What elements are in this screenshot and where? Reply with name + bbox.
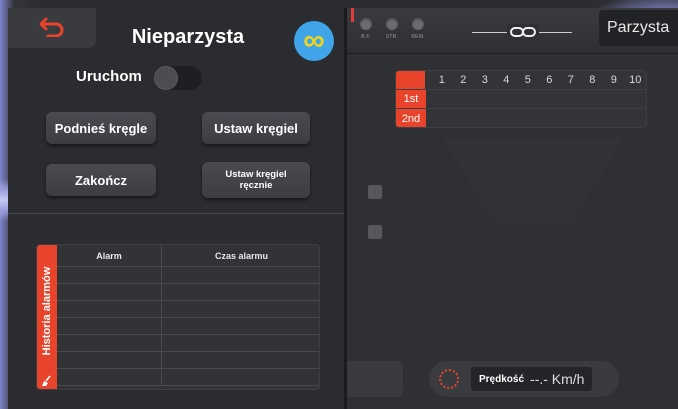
alarm-time-cell [162,267,319,283]
table-row [57,284,319,301]
alarm-table-header: Alarm Czas alarmu [57,245,319,267]
frame-number: 6 [546,74,553,86]
alarm-cell [57,352,162,368]
table-row [57,267,319,284]
alarm-cell [57,267,162,283]
round-label-2nd: 2nd [396,109,426,127]
raise-pins-button[interactable]: Podnieś kręgle [46,112,156,144]
alarm-cell [57,284,162,300]
indicator-lights: B.F. STR. REM. [357,18,427,40]
table-row [57,318,319,335]
speedometer-icon [439,369,459,389]
score-cells-1st [426,90,646,108]
divider [8,213,344,214]
infinity-mode-icon[interactable]: ∞ [294,21,334,61]
alarm-cell [57,318,162,334]
alarm-time-cell [162,318,319,334]
alarm-history-title: Historia alarmów [41,266,53,356]
frame-number: 3 [481,74,488,86]
finish-button[interactable]: Zakończ [46,164,156,196]
pin-area [443,138,623,288]
alarm-cell [57,301,162,317]
set-pin-manual-line2: ręcznie [239,180,273,191]
table-row [57,369,319,386]
alarm-history: Historia alarmów Alarm Czas alarmu [36,244,320,390]
round-label-1st: 1st [396,90,426,108]
link-icon[interactable] [507,24,539,40]
score-corner [396,71,425,89]
table-row [57,301,319,318]
alarm-time-cell [162,284,319,300]
alarm-table: Alarm Czas alarmu [57,245,319,386]
set-pin-manual-button[interactable]: Ustaw kręgiel ręcznie [202,162,310,198]
indicator-rem: REM. [409,18,427,40]
indicator-bf-label: B.F. [361,34,371,40]
alarm-time-cell [162,369,319,385]
board-header: B.F. STR. REM. Parzysta [347,8,678,54]
pin-marker [368,225,382,239]
indicator-str: STR. [383,18,401,40]
indicator-bf-light [360,18,372,30]
page-title: Nieparzysta [131,26,245,48]
scoreboard-panel: B.F. STR. REM. Parzysta 1 2 3 4 5 6 7 8 9 10 [346,8,678,409]
control-panel: Nieparzysta ∞ Uruchom Podnieś kręgle Ust… [8,8,346,409]
pin-marker [368,185,382,199]
speed-panel: Prędkość --.- Km/h [429,361,619,397]
indicator-str-label: STR. [385,34,399,40]
set-pin-manual-line1: Ustaw kręgiel [225,169,287,180]
speed-ghost-panel [347,361,403,397]
tab-parzysta[interactable]: Parzysta [599,10,678,46]
back-button[interactable] [8,8,96,48]
alarm-time-cell [162,335,319,351]
speed-readout: Prędkość --.- Km/h [471,367,593,391]
set-pin-button[interactable]: Ustaw kręgiel [202,112,310,144]
column-alarm: Alarm [57,245,162,266]
run-label: Uruchom [76,68,142,85]
run-toggle[interactable] [154,66,202,90]
score-row-1st: 1st [396,90,646,109]
indicator-rem-light [412,18,424,30]
alarm-time-cell [162,301,319,317]
score-cells-2nd [426,109,646,127]
speed-value: --.- Km/h [530,371,585,387]
frame-number: 5 [524,74,531,86]
red-marker [351,8,354,22]
frame-number: 8 [589,74,596,86]
table-row [57,352,319,369]
indicator-str-light [386,18,398,30]
broom-icon[interactable] [40,375,54,387]
frame-number: 2 [460,74,467,86]
frame-number: 10 [629,74,642,86]
table-row [57,335,319,352]
alarm-time-cell [162,352,319,368]
frame-number: 9 [610,74,617,86]
toggle-knob [154,66,178,90]
alarm-history-sidebar: Historia alarmów [37,245,57,389]
column-alarm-time: Czas alarmu [214,250,269,261]
alarm-table-body [57,267,319,386]
frame-number: 7 [567,74,574,86]
indicator-rem-label: REM. [411,34,425,40]
alarm-cell [57,369,162,385]
score-row-2nd: 2nd [396,109,646,127]
indicator-bf: B.F. [357,18,375,40]
alarm-cell [57,335,162,351]
speed-label: Prędkość [479,373,525,385]
frame-number: 1 [438,74,445,86]
score-grid: 1 2 3 4 5 6 7 8 9 10 1st 2nd [395,70,647,128]
frame-numbers: 1 2 3 4 5 6 7 8 9 10 [425,71,646,89]
score-header-row: 1 2 3 4 5 6 7 8 9 10 [396,71,646,90]
back-arrow-icon [38,15,66,42]
frame-number: 4 [503,74,510,86]
